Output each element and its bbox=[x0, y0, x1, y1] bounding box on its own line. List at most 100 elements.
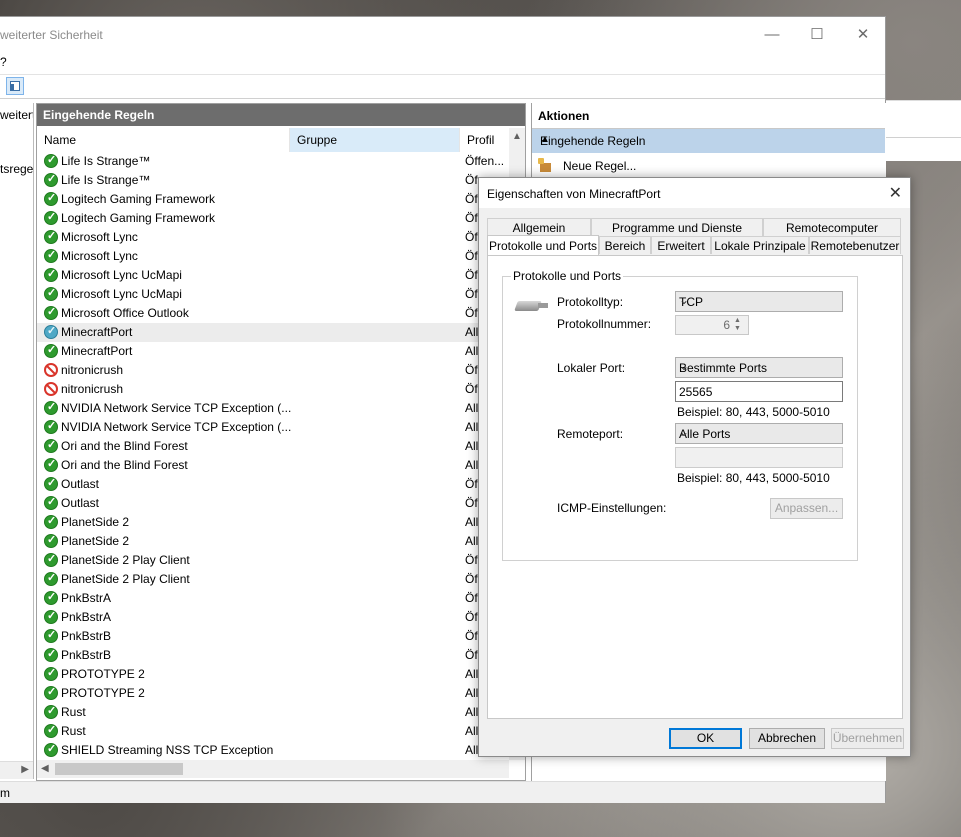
rule-profile: Öf bbox=[465, 173, 478, 187]
protocol-type-select[interactable]: TCP ⌄ bbox=[675, 291, 843, 312]
cancel-button[interactable]: Abbrechen bbox=[749, 728, 825, 749]
plug-pin bbox=[538, 303, 548, 308]
table-row[interactable]: Outlast Öf bbox=[37, 494, 509, 513]
table-row[interactable]: Microsoft Lync Öf bbox=[37, 228, 509, 247]
table-row[interactable]: Rust All bbox=[37, 703, 509, 722]
actions-section-inbound[interactable]: Eingehende Regeln ▲ bbox=[532, 129, 885, 153]
table-row[interactable]: nitronicrush Öf bbox=[37, 380, 509, 399]
table-row[interactable]: NVIDIA Network Service TCP Exception (..… bbox=[37, 418, 509, 437]
scrollbar-thumb[interactable] bbox=[55, 763, 183, 775]
scroll-right-icon[interactable]: ▶ bbox=[21, 764, 29, 775]
inbound-rules-pane: Eingehende Regeln Name Gruppe Profil ⌃ L… bbox=[36, 103, 526, 781]
rule-allowed-icon bbox=[44, 476, 58, 491]
table-row[interactable]: Rust All bbox=[37, 722, 509, 741]
tab-local-principals[interactable]: Lokale Prinzipale bbox=[711, 236, 809, 254]
local-port-select[interactable]: Bestimmte Ports ⌄ bbox=[675, 357, 843, 378]
table-row[interactable]: PlanetSide 2 Play Client Öf bbox=[37, 570, 509, 589]
table-row[interactable]: NVIDIA Network Service TCP Exception (..… bbox=[37, 399, 509, 418]
customize-button[interactable]: Anpassen... bbox=[770, 498, 843, 519]
table-row[interactable]: PROTOTYPE 2 All bbox=[37, 665, 509, 684]
dialog-close-icon[interactable]: ✕ bbox=[889, 183, 902, 203]
column-header-name[interactable]: Name bbox=[37, 128, 289, 152]
rule-name: Microsoft Lync bbox=[61, 230, 138, 244]
pane-title: Eingehende Regeln bbox=[43, 108, 155, 122]
table-row[interactable]: PlanetSide 2 All bbox=[37, 532, 509, 551]
collapse-icon[interactable]: ▲ bbox=[540, 134, 877, 145]
rule-allowed-icon bbox=[44, 571, 58, 586]
table-row[interactable]: Microsoft Office Outlook Öf bbox=[37, 304, 509, 323]
local-port-input[interactable]: 25565 bbox=[675, 381, 843, 402]
scroll-left-icon[interactable]: ◀ bbox=[41, 763, 49, 774]
tab-general[interactable]: Allgemein bbox=[487, 218, 591, 236]
rule-allowed-icon bbox=[44, 419, 58, 434]
tree-item-root[interactable]: weitert bbox=[0, 108, 33, 122]
rule-name: Logitech Gaming Framework bbox=[61, 192, 216, 206]
rule-name: Life Is Strange™ bbox=[61, 173, 151, 187]
tab-scope[interactable]: Bereich bbox=[599, 236, 651, 254]
help-menu[interactable]: ? bbox=[0, 55, 7, 69]
table-row[interactable]: PlanetSide 2 All bbox=[37, 513, 509, 532]
rule-profile: All bbox=[465, 344, 479, 358]
rule-allowed-icon bbox=[44, 267, 58, 282]
table-row[interactable]: Microsoft Lync UcMapi Öf bbox=[37, 285, 509, 304]
table-row[interactable]: PnkBstrA Öf bbox=[37, 589, 509, 608]
table-row[interactable]: PlanetSide 2 Play Client Öf bbox=[37, 551, 509, 570]
console-tree-icon bbox=[10, 81, 20, 91]
table-row[interactable]: nitronicrush Öf bbox=[37, 361, 509, 380]
tree-item-inbound[interactable]: tsrege bbox=[0, 162, 33, 176]
table-row[interactable]: Life Is Strange™ Öffen... bbox=[37, 152, 509, 171]
rule-name: PnkBstrA bbox=[61, 591, 112, 605]
table-row[interactable]: Life Is Strange™ Öf bbox=[37, 171, 509, 190]
tab-protocols-ports[interactable]: Protokolle und Ports bbox=[487, 235, 599, 255]
rule-allowed-icon bbox=[44, 628, 58, 643]
remote-port-input[interactable] bbox=[675, 447, 843, 468]
action-new-rule[interactable]: Neue Regel... bbox=[532, 156, 885, 176]
rule-name: Microsoft Lync bbox=[61, 249, 138, 263]
rule-name: PlanetSide 2 bbox=[61, 515, 130, 529]
tree-horizontal-scrollbar[interactable]: ▶ bbox=[0, 761, 33, 779]
table-row[interactable]: MinecraftPort All bbox=[37, 342, 509, 361]
table-row[interactable]: Microsoft Lync Öf bbox=[37, 247, 509, 266]
table-row[interactable]: SHIELD Streaming NSS TCP Exception All bbox=[37, 741, 509, 760]
column-header-profile[interactable]: Profil bbox=[459, 128, 509, 152]
rule-profile: All bbox=[465, 458, 479, 472]
table-row[interactable]: PROTOTYPE 2 All bbox=[37, 684, 509, 703]
status-bar: m bbox=[0, 781, 885, 803]
scroll-up-icon[interactable]: ▲ bbox=[512, 131, 522, 142]
rules-horizontal-scrollbar[interactable]: ◀ bbox=[37, 760, 509, 778]
rule-profile: Öf bbox=[465, 553, 478, 567]
divider bbox=[886, 137, 961, 138]
ok-button[interactable]: OK bbox=[669, 728, 742, 749]
tab-advanced[interactable]: Erweitert bbox=[651, 236, 711, 254]
rule-profile: Öf bbox=[465, 496, 478, 510]
show-hide-console-tree-button[interactable] bbox=[6, 77, 24, 95]
remote-port-select[interactable]: Alle Ports ⌄ bbox=[675, 423, 843, 444]
tab-remote-users[interactable]: Remotebenutzer bbox=[809, 236, 901, 254]
table-row[interactable]: Ori and the Blind Forest All bbox=[37, 437, 509, 456]
table-row[interactable]: PnkBstrB Öf bbox=[37, 627, 509, 646]
rule-blocked-icon bbox=[44, 382, 58, 396]
table-row[interactable]: Outlast Öf bbox=[37, 475, 509, 494]
minimize-button[interactable]: — bbox=[760, 23, 784, 47]
rule-allowed-icon bbox=[44, 742, 58, 757]
maximize-button[interactable]: ☐ bbox=[805, 23, 829, 47]
rule-name: Microsoft Lync UcMapi bbox=[61, 287, 182, 301]
table-row[interactable]: Logitech Gaming Framework Öf bbox=[37, 209, 509, 228]
rule-profile: Öf bbox=[465, 477, 478, 491]
table-row[interactable]: PnkBstrB Öf bbox=[37, 646, 509, 665]
rule-profile: All bbox=[465, 401, 479, 415]
table-row[interactable]: Ori and the Blind Forest All bbox=[37, 456, 509, 475]
tab-remote-computers[interactable]: Remotecomputer bbox=[763, 218, 901, 236]
table-row[interactable]: Logitech Gaming Framework Öf bbox=[37, 190, 509, 209]
table-row[interactable]: MinecraftPort All bbox=[37, 323, 509, 342]
protocol-number-stepper[interactable]: 6 ▲ ▼ bbox=[675, 315, 749, 335]
rule-profile: Öf bbox=[465, 230, 478, 244]
rule-blocked-icon bbox=[44, 363, 58, 377]
table-row[interactable]: PnkBstrA Öf bbox=[37, 608, 509, 627]
apply-button[interactable]: Übernehmen bbox=[831, 728, 904, 749]
stepper-arrows-icon[interactable]: ▲ ▼ bbox=[734, 317, 746, 333]
close-button[interactable]: ✕ bbox=[851, 23, 875, 47]
table-row[interactable]: Microsoft Lync UcMapi Öf bbox=[37, 266, 509, 285]
rule-name: PlanetSide 2 Play Client bbox=[61, 572, 190, 586]
tab-programs-services[interactable]: Programme und Dienste bbox=[591, 218, 763, 236]
